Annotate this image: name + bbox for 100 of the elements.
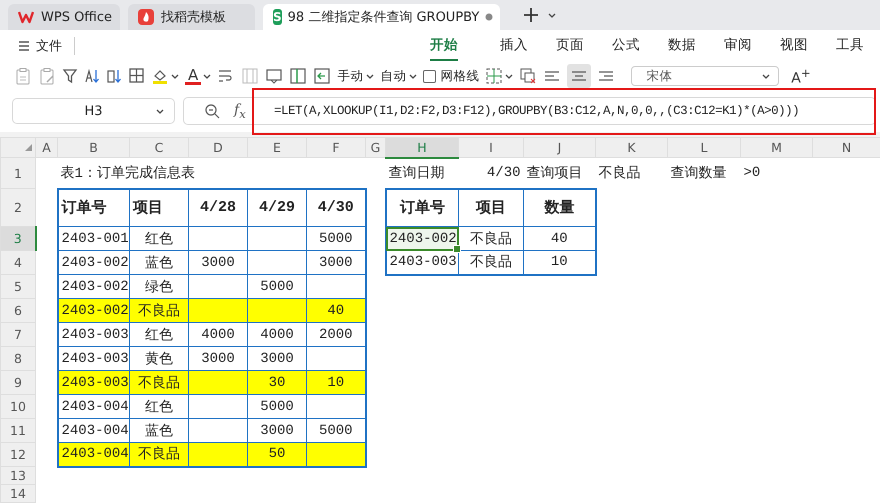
row-header[interactable]: 10 bbox=[0, 394, 36, 418]
caret-icon[interactable] bbox=[505, 72, 514, 80]
checkbox[interactable] bbox=[423, 70, 436, 82]
caret-icon bbox=[156, 108, 164, 114]
table-cell: 5000 bbox=[306, 226, 366, 250]
row-header[interactable]: 2 bbox=[0, 188, 36, 226]
caret-icon[interactable] bbox=[548, 12, 556, 18]
caret-icon bbox=[762, 72, 770, 80]
table-cell: 4000 bbox=[188, 322, 248, 346]
column-header[interactable]: K bbox=[596, 138, 668, 158]
grow-font-button[interactable]: A$^{+}$ bbox=[791, 65, 811, 87]
ribbon-tab[interactable]: 页面 bbox=[542, 32, 598, 60]
ribbon-tab[interactable]: 插入 bbox=[486, 32, 542, 60]
row-header[interactable]: 5 bbox=[0, 274, 36, 298]
row-header[interactable]: 11 bbox=[0, 418, 36, 442]
column-header[interactable]: B bbox=[58, 138, 130, 158]
fill-handle[interactable] bbox=[453, 245, 461, 253]
sort-descending-icon[interactable] bbox=[106, 67, 122, 85]
borders-icon[interactable] bbox=[128, 67, 145, 85]
conditional-format-icon[interactable] bbox=[485, 67, 504, 85]
column-header[interactable]: L bbox=[668, 138, 740, 158]
font-select[interactable]: 宋体 bbox=[631, 66, 780, 86]
table-cell: 2403-002 bbox=[386, 226, 458, 250]
table-cell: 红色 bbox=[130, 322, 188, 346]
table-cell: 红色 bbox=[130, 226, 188, 250]
table-cell: 不良品 bbox=[130, 298, 188, 322]
table-cell: 2403-002 bbox=[58, 298, 130, 322]
column-heading: 项目 bbox=[130, 188, 188, 226]
row-header[interactable]: 12 bbox=[0, 442, 36, 466]
query-value: >0 bbox=[740, 158, 812, 188]
row-header[interactable]: 6 bbox=[0, 298, 36, 322]
table-cell: 10 bbox=[306, 370, 366, 394]
table-cell: 50 bbox=[248, 442, 306, 466]
sheet-icon: S bbox=[273, 9, 282, 25]
column-heading: 项目 bbox=[458, 188, 524, 226]
merge-cells-icon[interactable] bbox=[241, 67, 260, 85]
column-heading: 4/30 bbox=[306, 188, 366, 226]
query-label: 查询项目 bbox=[524, 158, 596, 188]
clear-format-icon[interactable] bbox=[519, 67, 538, 85]
align-center-icon[interactable] bbox=[567, 64, 592, 88]
column-header[interactable]: D bbox=[188, 138, 248, 158]
column-header[interactable]: I bbox=[458, 138, 524, 158]
ribbon-tab[interactable]: 开始 bbox=[430, 32, 458, 60]
formula-field[interactable]: f$_{x}$ =LET(A,XLOOKUP(I1,D2:F2,D3:F12),GROUPBY(B3:C12,A,N,0,0,,(C3:C12=K1)*(A>0))) bbox=[183, 97, 876, 125]
column-heading: 4/28 bbox=[188, 188, 248, 226]
query-value: 4/30 bbox=[458, 158, 524, 188]
table-cell: 4000 bbox=[248, 322, 306, 346]
add-tab-icon[interactable] bbox=[522, 6, 540, 24]
column-header[interactable]: M bbox=[740, 138, 812, 158]
filter-icon[interactable] bbox=[62, 67, 78, 85]
row-height-dropdown[interactable]: 手动 bbox=[337, 68, 374, 84]
column-header[interactable]: H bbox=[386, 138, 458, 158]
ribbon-tab[interactable]: 视图 bbox=[766, 32, 822, 60]
table-cell: 不良品 bbox=[458, 250, 524, 274]
file-menu[interactable]: 文件 bbox=[18, 37, 62, 55]
column-heading: 订单号 bbox=[58, 188, 130, 226]
browser-tab[interactable]: S 98 二维指定条件查询 GROUPBY bbox=[263, 4, 500, 30]
row-header[interactable]: 14 bbox=[0, 484, 36, 502]
ribbon-tab[interactable]: 工具 bbox=[822, 32, 878, 60]
sort-ascending-icon[interactable] bbox=[84, 67, 100, 85]
function-button[interactable]: f$_{x}$ bbox=[234, 102, 246, 120]
ribbon-tab[interactable]: 数据 bbox=[654, 32, 710, 60]
gridlines-checkbox[interactable]: 网格线 bbox=[423, 68, 480, 84]
row-header[interactable]: 7 bbox=[0, 322, 36, 346]
ribbon-tab[interactable]: 公式 bbox=[598, 32, 654, 60]
browser-tab[interactable]: 找稻壳模板 bbox=[128, 4, 255, 30]
row-header[interactable]: 3 bbox=[0, 226, 36, 250]
table-cell: 3000 bbox=[188, 250, 248, 274]
font-color-button[interactable]: A bbox=[185, 68, 202, 84]
table-cell: 2403-003 bbox=[58, 370, 130, 394]
row-header[interactable]: 13 bbox=[0, 466, 36, 484]
column-header[interactable]: N bbox=[812, 138, 880, 158]
name-box[interactable]: H3 bbox=[12, 98, 175, 124]
menu-icon bbox=[18, 40, 30, 52]
column-header[interactable]: A bbox=[36, 138, 58, 158]
row-header[interactable]: 8 bbox=[0, 346, 36, 370]
row-header[interactable]: 4 bbox=[0, 250, 36, 274]
caret-icon[interactable] bbox=[171, 72, 179, 80]
caret-icon bbox=[409, 72, 418, 80]
query-value: 不良品 bbox=[596, 158, 668, 188]
column-header[interactable]: F bbox=[306, 138, 366, 158]
column-width-dropdown[interactable]: 自动 bbox=[380, 68, 418, 84]
table-cell: 2403-002 bbox=[58, 250, 130, 274]
column-header[interactable]: G bbox=[366, 138, 386, 158]
zoom-icon[interactable] bbox=[204, 102, 220, 119]
clipboard-icon[interactable] bbox=[38, 67, 56, 85]
column-header[interactable]: C bbox=[130, 138, 188, 158]
table-cell: 2403-003 bbox=[58, 322, 130, 346]
table-cell: 2000 bbox=[306, 322, 366, 346]
ribbon-tab[interactable]: 审阅 bbox=[710, 32, 766, 60]
column-header[interactable]: E bbox=[248, 138, 306, 158]
browser-tab[interactable]: WPS Office bbox=[8, 4, 120, 30]
table-cell: 5000 bbox=[248, 394, 306, 418]
row-header[interactable]: 9 bbox=[0, 370, 36, 394]
caret-icon bbox=[366, 72, 374, 80]
column-heading: 数量 bbox=[524, 188, 596, 226]
column-header[interactable]: J bbox=[524, 138, 596, 158]
caret-icon[interactable] bbox=[203, 72, 212, 80]
table-cell: 3000 bbox=[306, 250, 366, 274]
row-header[interactable]: 1 bbox=[0, 158, 36, 188]
